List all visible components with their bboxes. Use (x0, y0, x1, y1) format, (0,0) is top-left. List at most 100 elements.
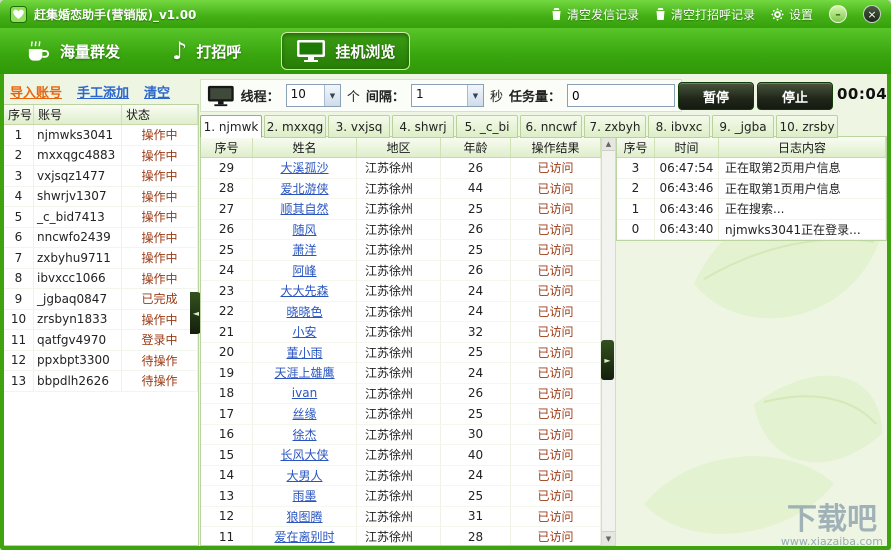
session-tab[interactable]: 9. _jgba (712, 115, 774, 138)
log-row[interactable]: 2 06:43:46 正在取第1页用户信息 (617, 178, 886, 199)
session-tab-label: 4. shwrj (399, 119, 447, 134)
account-row[interactable]: 2 mxxqgc4883 操作中 (4, 145, 198, 166)
profile-link[interactable]: 大溪孤沙 (253, 158, 357, 178)
nav-tab-idle-browse[interactable]: 挂机浏览 (281, 32, 411, 70)
status-badge: 登录中 (122, 330, 198, 350)
result-row[interactable]: 16 徐杰 江苏徐州 30 已访问 (201, 424, 601, 445)
profile-link[interactable]: 爱北游侠 (253, 178, 357, 198)
account-row[interactable]: 12 ppxbpt3300 待操作 (4, 350, 198, 371)
minimize-button[interactable]: – (829, 5, 847, 23)
session-tab-label: 8. ibvxc (655, 119, 703, 134)
session-tab[interactable]: 2. mxxqg (264, 115, 326, 138)
session-tab[interactable]: 8. ibvxc (648, 115, 710, 138)
clear-send-records-label: 清空发信记录 (566, 7, 639, 22)
account-actions: 导入账号 手工添加 清空 (10, 80, 170, 102)
session-tab-label: 6. nncwf (525, 119, 577, 134)
session-tab[interactable]: 7. zxbyh (584, 115, 646, 138)
account-row[interactable]: 10 zrsbyn1833 操作中 (4, 309, 198, 330)
nav-tab-mass-send[interactable]: 海量群发 (14, 35, 132, 68)
column-header-name: 姓名 (253, 137, 357, 157)
scroll-up-icon[interactable]: ▲ (602, 137, 615, 151)
result-row[interactable]: 22 晓晓色 江苏徐州 24 已访问 (201, 301, 601, 322)
profile-link[interactable]: 雨墨 (253, 486, 357, 506)
account-row[interactable]: 1 njmwks3041 操作中 (4, 125, 198, 146)
profile-link[interactable]: 爱在离别时 (253, 527, 357, 545)
profile-link[interactable]: 萧洋 (253, 240, 357, 260)
log-row[interactable]: 0 06:43:40 njmwks3041正在登录... (617, 219, 886, 240)
close-button[interactable]: × (863, 5, 881, 23)
profile-link[interactable]: 董小雨 (253, 342, 357, 362)
result-row[interactable]: 24 阿峰 江苏徐州 26 已访问 (201, 260, 601, 281)
profile-link[interactable]: 徐杰 (253, 424, 357, 444)
account-row[interactable]: 8 ibvxcc1066 操作中 (4, 268, 198, 289)
clear-accounts-link[interactable]: 清空 (144, 82, 170, 101)
session-tab[interactable]: 5. _c_bi (456, 115, 518, 138)
profile-link[interactable]: 狼图腾 (253, 506, 357, 526)
profile-link[interactable]: 大男人 (253, 465, 357, 485)
interval-label: 间隔： (365, 90, 405, 105)
nav-tab-greet[interactable]: ♪ 打招呼 (160, 34, 253, 68)
monitor-icon (297, 40, 326, 62)
thread-count-select[interactable]: 10 ▼ (285, 84, 341, 107)
task-count-input[interactable] (567, 84, 675, 107)
manual-add-link[interactable]: 手工添加 (77, 82, 129, 101)
profile-link[interactable]: 随风 (253, 219, 357, 239)
account-row[interactable]: 6 nncwfo2439 操作中 (4, 227, 198, 248)
account-row[interactable]: 9 _jgbaq0847 已完成 (4, 289, 198, 310)
result-row[interactable]: 26 随风 江苏徐州 26 已访问 (201, 219, 601, 240)
session-tab[interactable]: 4. shwrj (392, 115, 454, 138)
pause-button[interactable]: 暂停 (678, 82, 754, 110)
result-row[interactable]: 13 雨墨 江苏徐州 25 已访问 (201, 486, 601, 507)
interval-select[interactable]: 1 ▼ (410, 84, 484, 107)
profile-link[interactable]: 顺其自然 (253, 199, 357, 219)
account-row[interactable]: 11 qatfgv4970 登录中 (4, 330, 198, 351)
log-row[interactable]: 1 06:43:46 正在搜索... (617, 199, 886, 220)
result-row[interactable]: 28 爱北游侠 江苏徐州 44 已访问 (201, 178, 601, 199)
session-tab[interactable]: 6. nncwf (520, 115, 582, 138)
result-row[interactable]: 29 大溪孤沙 江苏徐州 26 已访问 (201, 158, 601, 179)
account-row[interactable]: 4 shwrjv1307 操作中 (4, 186, 198, 207)
result-row[interactable]: 23 大大先森 江苏徐州 24 已访问 (201, 281, 601, 302)
account-row[interactable]: 3 vxjsqz1477 操作中 (4, 166, 198, 187)
session-tab[interactable]: 1. njmwk (200, 115, 262, 138)
stop-button[interactable]: 停止 (757, 82, 833, 110)
import-accounts-link[interactable]: 导入账号 (10, 82, 62, 101)
session-tab-label: 7. zxbyh (589, 119, 641, 134)
result-row[interactable]: 11 爱在离别时 江苏徐州 28 已访问 (201, 527, 601, 545)
profile-link[interactable]: ivan (253, 383, 357, 403)
profile-link[interactable]: 阿峰 (253, 260, 357, 280)
scroll-down-icon[interactable]: ▼ (602, 531, 615, 545)
result-row[interactable]: 17 丝缘 江苏徐州 25 已访问 (201, 404, 601, 425)
result-row[interactable]: 27 顺其自然 江苏徐州 25 已访问 (201, 199, 601, 220)
result-row[interactable]: 20 董小雨 江苏徐州 25 已访问 (201, 342, 601, 363)
status-badge: 操作中 (122, 186, 198, 206)
results-table: 序号 姓名 地区 年龄 操作结果 29 大溪孤沙 江苏徐州 26 已访问 28 … (200, 136, 602, 546)
session-tab[interactable]: 10. zrsby (776, 115, 838, 138)
account-row[interactable]: 7 zxbyhu9711 操作中 (4, 248, 198, 269)
clear-send-records-button[interactable]: 清空发信记录 (551, 6, 639, 23)
result-row[interactable]: 18 ivan 江苏徐州 26 已访问 (201, 383, 601, 404)
status-badge: 操作中 (122, 309, 198, 329)
account-row[interactable]: 5 _c_bid7413 操作中 (4, 207, 198, 228)
profile-link[interactable]: 晓晓色 (253, 301, 357, 321)
collapse-right-panel-handle[interactable]: ► (601, 340, 614, 380)
result-row[interactable]: 14 大男人 江苏徐州 24 已访问 (201, 465, 601, 486)
clear-greet-records-button[interactable]: 清空打招呼记录 (655, 6, 755, 23)
result-row[interactable]: 12 狼图腾 江苏徐州 31 已访问 (201, 506, 601, 527)
status-badge: 操作中 (122, 268, 198, 288)
result-row[interactable]: 25 萧洋 江苏徐州 25 已访问 (201, 240, 601, 261)
profile-link[interactable]: 天涯上雄鹰 (253, 363, 357, 383)
profile-link[interactable]: 长风大侠 (253, 445, 357, 465)
account-row[interactable]: 13 bbpdlh2626 待操作 (4, 371, 198, 392)
result-row[interactable]: 19 天涯上雄鹰 江苏徐州 24 已访问 (201, 363, 601, 384)
result-row[interactable]: 21 小安 江苏徐州 32 已访问 (201, 322, 601, 343)
settings-button[interactable]: 设置 (770, 6, 813, 23)
profile-link[interactable]: 大大先森 (253, 281, 357, 301)
profile-link[interactable]: 丝缘 (253, 404, 357, 424)
session-tab[interactable]: 3. vxjsq (328, 115, 390, 138)
profile-link[interactable]: 小安 (253, 322, 357, 342)
log-panel: 序号 时间 日志内容 3 06:47:54 正在取第2页用户信息 2 06:43… (616, 136, 887, 241)
log-row[interactable]: 3 06:47:54 正在取第2页用户信息 (617, 158, 886, 179)
status-badge: 操作中 (122, 145, 198, 165)
result-row[interactable]: 15 长风大侠 江苏徐州 40 已访问 (201, 445, 601, 466)
